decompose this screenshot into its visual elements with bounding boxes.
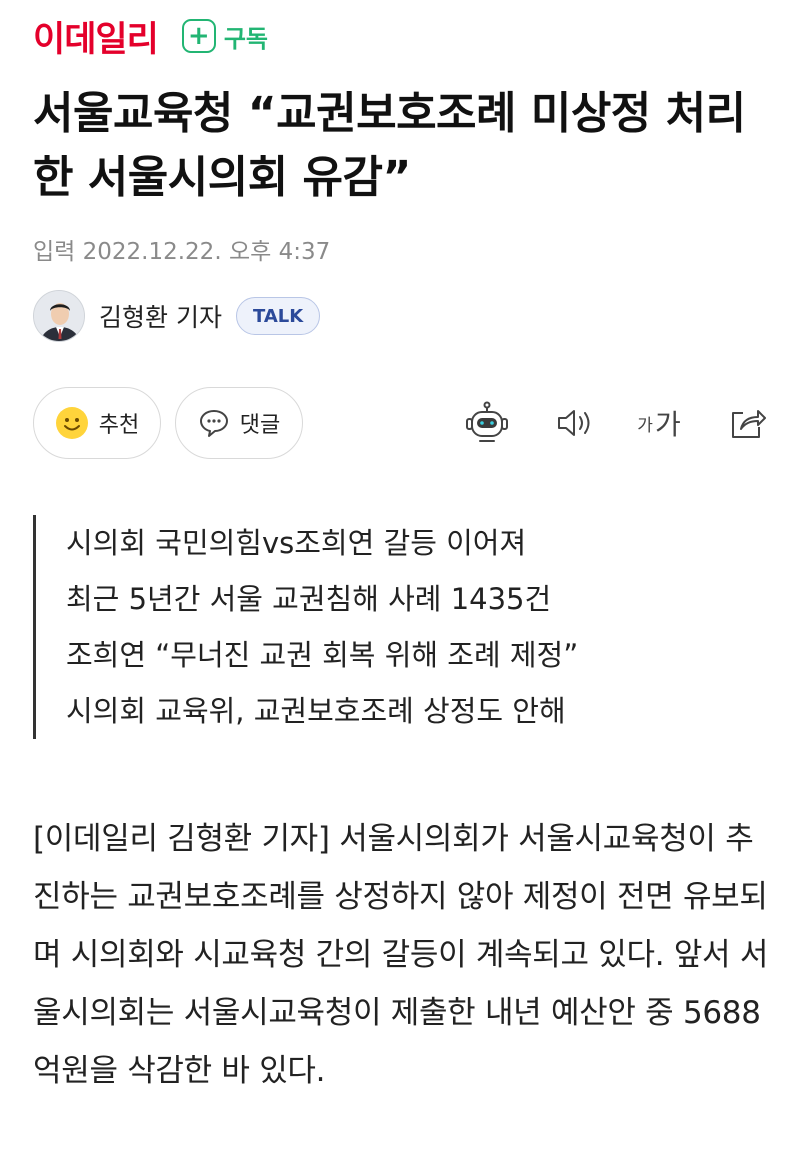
reporter-info: 김형환 기자 TALK [33, 290, 321, 342]
article-summary: 시의회 국민의힘vs조희연 갈등 이어져 최근 5년간 서울 교권침해 사례 1… [33, 515, 773, 739]
robot-icon[interactable] [461, 397, 513, 449]
font-size-icon[interactable]: 가 가 [629, 397, 689, 449]
speaker-icon[interactable] [549, 397, 601, 449]
article-body: [이데일리 김형환 기자] 서울시의회가 서울시교육청이 추진하는 교권보호조례… [33, 821, 769, 1089]
article-timestamp: 입력 2022.12.22. 오후 4:37 [33, 239, 331, 265]
speech-bubble-icon [198, 408, 230, 438]
article-action-bar: 추천 댓글 가 가 [33, 387, 773, 459]
talk-button[interactable]: TALK [235, 297, 321, 335]
summary-line: 시의회 국민의힘vs조희연 갈등 이어져 [66, 526, 527, 560]
font-large-label: 가 [654, 408, 681, 441]
reporter-avatar[interactable] [33, 290, 85, 342]
article-headline: 서울교육청 “교권보호조례 미상정 처리한 서울시의회 유감” [33, 88, 746, 203]
recommend-label: 추천 [98, 413, 140, 438]
share-icon[interactable] [721, 397, 773, 449]
site-logo[interactable]: 이데일리 [33, 11, 159, 62]
summary-line: 최근 5년간 서울 교권침해 사례 1435건 [66, 582, 552, 616]
recommend-button[interactable]: 추천 [33, 387, 161, 459]
site-header: 이데일리 + 구독 [33, 10, 268, 62]
subscribe-button[interactable]: + 구독 [181, 19, 268, 54]
plus-icon: + [181, 19, 216, 53]
font-small-label: 가 [637, 415, 653, 436]
smiley-icon [55, 406, 89, 440]
subscribe-label: 구독 [223, 24, 268, 53]
comment-button[interactable]: 댓글 [175, 387, 303, 459]
comment-label: 댓글 [239, 413, 281, 438]
summary-line: 시의회 교육위, 교권보호조례 상정도 안해 [66, 694, 566, 728]
reporter-name[interactable]: 김형환 기자 [99, 298, 222, 334]
summary-line: 조희연 “무너진 교권 회복 위해 조례 제정” [66, 638, 579, 672]
